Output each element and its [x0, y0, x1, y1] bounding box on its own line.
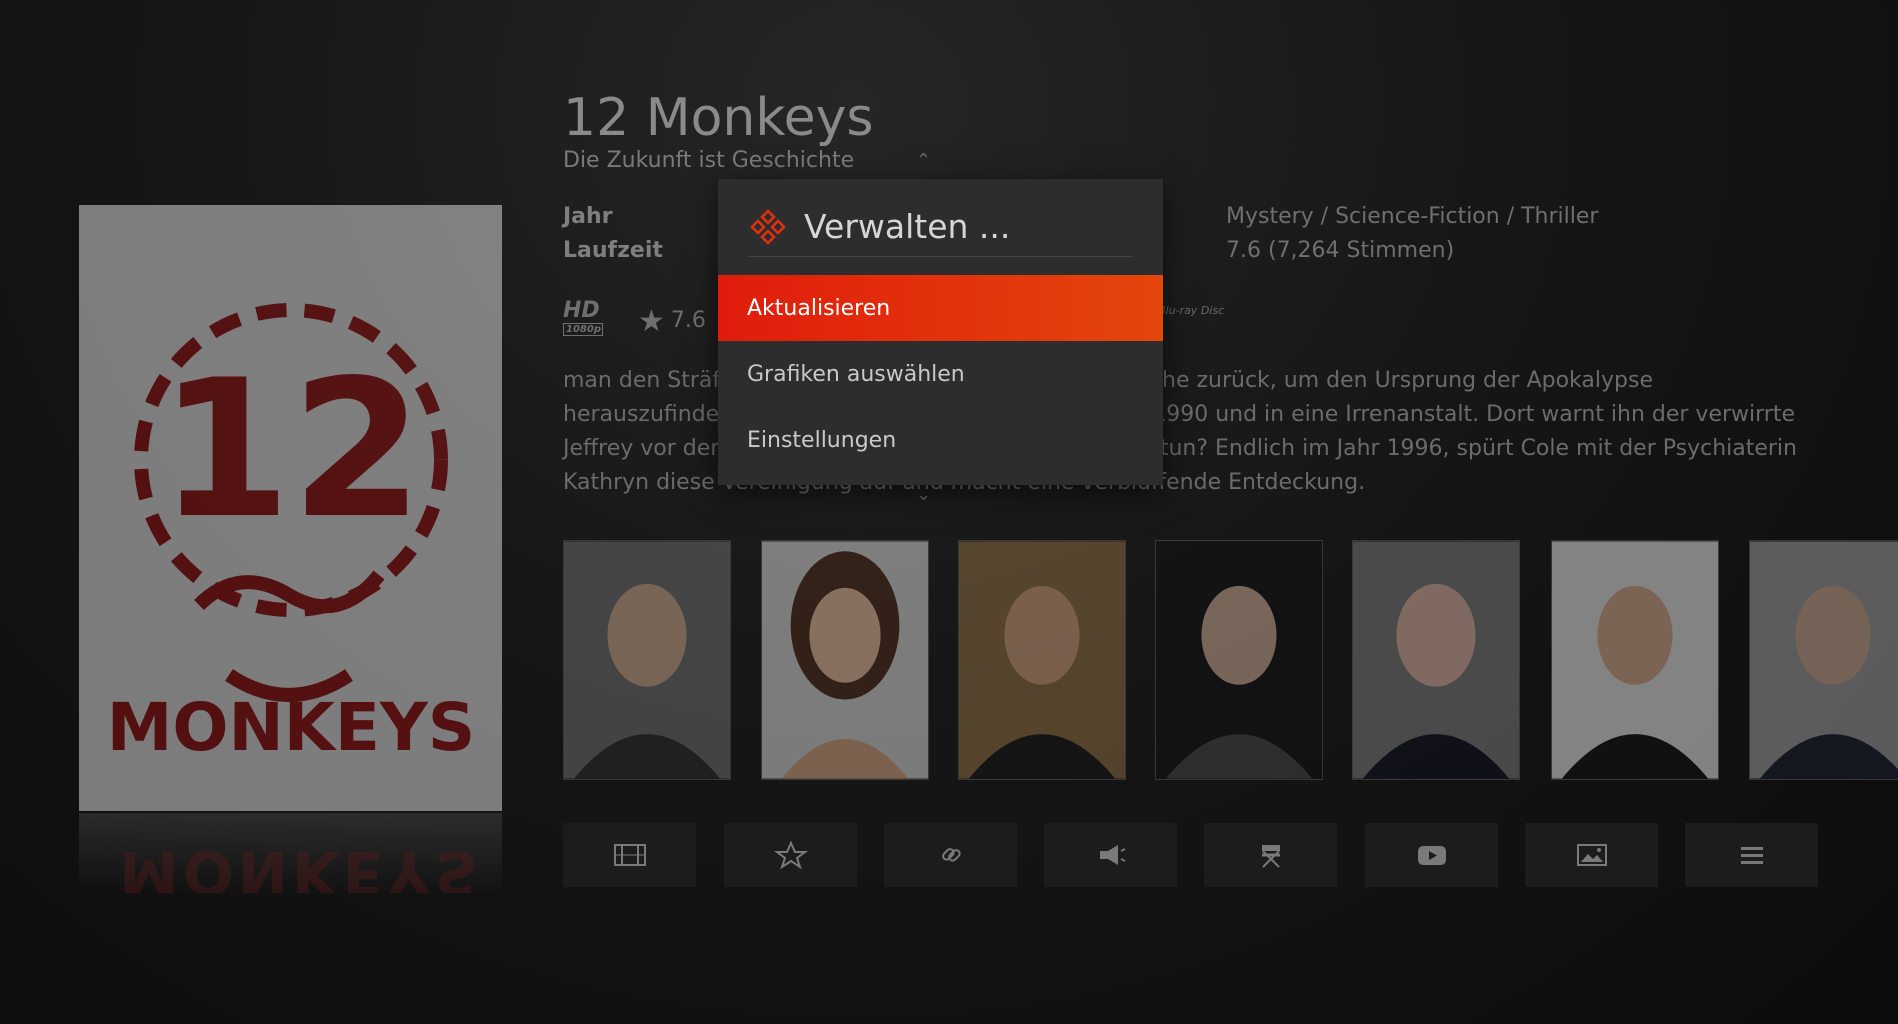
cast-thumbnail[interactable] — [563, 540, 731, 780]
star-rating: ★ 7.6 — [638, 304, 706, 339]
movie-title: 12 Monkeys — [563, 88, 874, 148]
rating-value: 7.6 — [670, 308, 706, 333]
cast-thumbnail[interactable] — [1352, 540, 1520, 780]
cast-thumbnail[interactable] — [958, 540, 1126, 780]
favourite-button[interactable] — [724, 823, 857, 887]
dialog-title: Verwalten ... — [804, 207, 1011, 246]
cast-thumbnail[interactable] — [761, 540, 929, 780]
link-button[interactable] — [884, 823, 1017, 887]
dialog-header: Verwalten ... — [748, 199, 1133, 257]
bluray-icon: Blu-ray Disc — [1158, 304, 1225, 317]
megaphone-button[interactable] — [1044, 823, 1177, 887]
poster-number: 12 — [159, 339, 423, 560]
star-icon: ★ — [638, 304, 665, 339]
movie-tagline: Die Zukunft ist Geschichte — [563, 148, 855, 173]
menu-icon — [1740, 847, 1763, 864]
artwork-icon — [1576, 844, 1607, 866]
runtime-label: Laufzeit — [563, 238, 663, 263]
youtube-icon — [1417, 846, 1446, 865]
poster-title-text: MONKEYS — [107, 689, 476, 766]
director-chair-button[interactable] — [1204, 823, 1337, 887]
star-icon — [773, 841, 808, 869]
manage-dialog: Verwalten ... Aktualisieren Grafiken aus… — [718, 179, 1163, 485]
menu-item-choose-artwork[interactable]: Grafiken auswählen — [718, 341, 1163, 407]
scroll-up-icon[interactable]: ⌃ — [916, 150, 931, 171]
genres: Mystery / Science-Fiction / Thriller — [1226, 204, 1599, 229]
megaphone-icon — [1099, 845, 1125, 865]
cast-list — [563, 540, 1898, 780]
menu-item-settings[interactable]: Einstellungen — [718, 407, 1163, 473]
cast-thumbnail[interactable] — [1749, 540, 1898, 780]
trailer-button[interactable] — [1365, 823, 1498, 887]
menu-button[interactable] — [1685, 823, 1818, 887]
film-strip-button[interactable] — [563, 823, 696, 887]
menu-item-refresh[interactable]: Aktualisieren — [718, 275, 1163, 341]
hd-1080p-icon: HD 1080p — [563, 298, 603, 336]
film-strip-icon — [613, 844, 646, 866]
kodi-logo-icon — [750, 209, 786, 245]
link-icon — [941, 848, 961, 862]
year-label: Jahr — [563, 204, 613, 229]
cast-thumbnail[interactable] — [1551, 540, 1719, 780]
director-chair-icon — [1261, 845, 1280, 868]
poster-art: 12 MONKEYS — [79, 205, 502, 811]
artwork-button[interactable] — [1525, 823, 1658, 887]
rating-votes: 7.6 (7,264 Stimmen) — [1226, 238, 1455, 263]
cast-thumbnail[interactable] — [1155, 540, 1323, 780]
poster-reflection: MONKEYS — [79, 813, 502, 893]
movie-poster[interactable]: 12 MONKEYS — [79, 205, 502, 811]
